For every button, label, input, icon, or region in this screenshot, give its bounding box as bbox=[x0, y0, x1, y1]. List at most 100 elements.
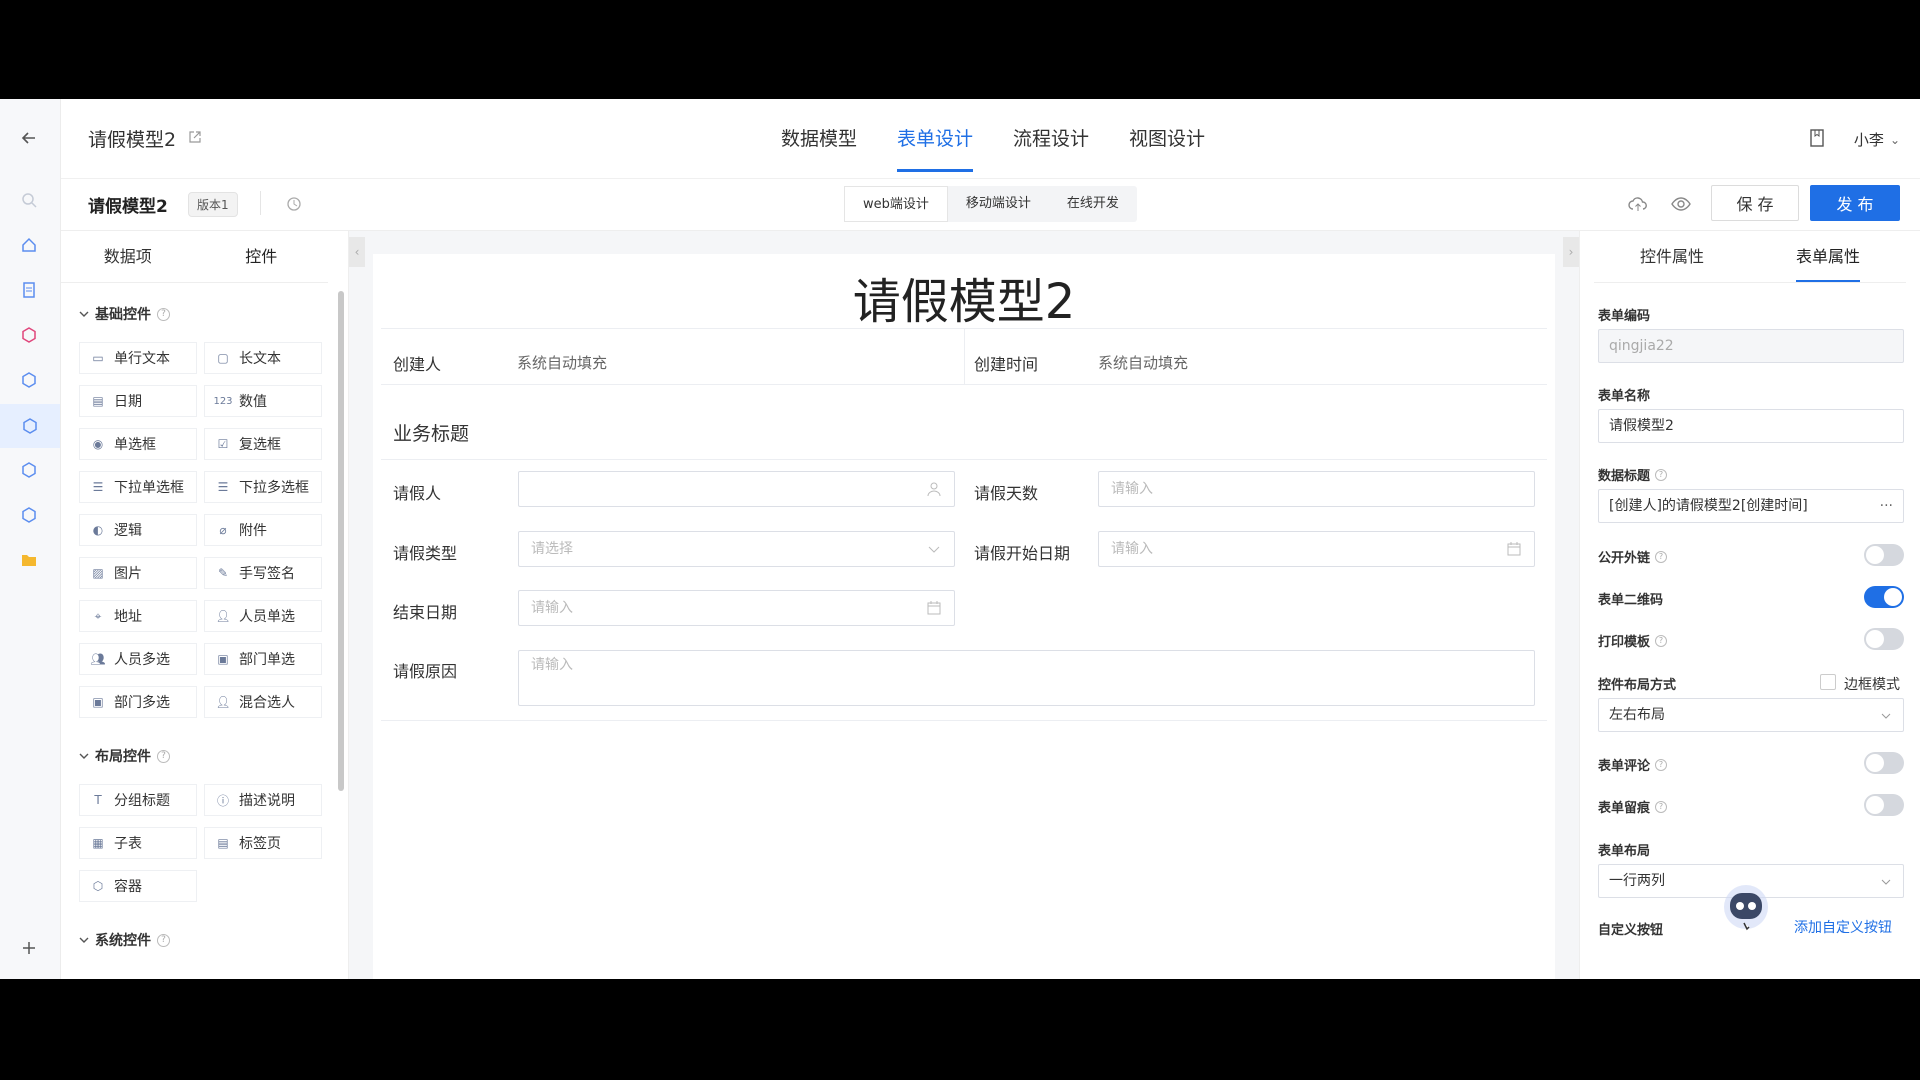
ctl-dept-single[interactable]: ▣ 部门单选 bbox=[204, 643, 322, 675]
help-icon[interactable]: ? bbox=[1655, 468, 1668, 481]
ctl-logic[interactable]: ◐ 逻辑 bbox=[79, 514, 197, 546]
mode-mobile[interactable]: 移动端设计 bbox=[948, 186, 1049, 222]
folder-icon[interactable] bbox=[18, 549, 40, 571]
history-icon[interactable] bbox=[286, 196, 302, 212]
home-icon[interactable] bbox=[18, 234, 40, 256]
print-toggle[interactable] bbox=[1864, 628, 1904, 650]
publish-button[interactable]: 发 布 bbox=[1810, 185, 1900, 221]
back-arrow-icon[interactable] bbox=[18, 127, 40, 149]
ctl-mixed-select[interactable]: 👤︎ 混合选人 bbox=[204, 686, 322, 718]
model-name: 请假模型2 bbox=[88, 197, 168, 217]
form-title[interactable]: 请假模型2 bbox=[373, 262, 1555, 332]
version-badge[interactable]: 版本1 bbox=[188, 192, 238, 217]
type-select[interactable]: 请选择 bbox=[518, 531, 955, 567]
cube-active-icon[interactable] bbox=[0, 404, 60, 448]
section-title[interactable]: 业务标题 bbox=[393, 419, 469, 446]
assistant-robot-icon[interactable] bbox=[1718, 877, 1774, 933]
ctl-single-text[interactable]: ▭ 单行文本 bbox=[79, 342, 197, 374]
tab-view-design[interactable]: 视图设计 bbox=[1129, 99, 1205, 179]
more-icon[interactable]: ··· bbox=[1880, 490, 1893, 522]
ctl-group-title[interactable]: T 分组标题 bbox=[79, 784, 197, 816]
ctl-radio[interactable]: ◉ 单选框 bbox=[79, 428, 197, 460]
tab-form-props[interactable]: 表单属性 bbox=[1750, 231, 1906, 282]
book-icon[interactable] bbox=[1809, 129, 1825, 147]
add-custom-button-link[interactable]: 添加自定义按钮 bbox=[1794, 917, 1892, 937]
ctl-subtable[interactable]: ▦ 子表 bbox=[79, 827, 197, 859]
question-circle-icon: ⓘ bbox=[216, 793, 229, 808]
layout-mode-select[interactable]: 左右布局 bbox=[1598, 698, 1904, 732]
reason-textarea[interactable]: 请输入 bbox=[518, 650, 1535, 706]
ctl-description[interactable]: ⓘ 描述说明 bbox=[204, 784, 322, 816]
collapse-right-handle[interactable]: › bbox=[1563, 237, 1579, 267]
tab-data-items[interactable]: 数据项 bbox=[61, 231, 195, 282]
ctl-dropdown-single[interactable]: ☰ 下拉单选框 bbox=[79, 471, 197, 503]
palette-scrollbar[interactable] bbox=[338, 291, 344, 791]
help-icon[interactable]: ? bbox=[157, 307, 170, 321]
cube-icon[interactable] bbox=[18, 459, 40, 481]
layout-mode-value: 左右布局 bbox=[1609, 707, 1665, 723]
mode-online-dev[interactable]: 在线开发 bbox=[1049, 186, 1137, 222]
comment-toggle[interactable] bbox=[1864, 752, 1904, 774]
text-t-icon: T bbox=[94, 793, 102, 807]
border-mode-checkbox[interactable] bbox=[1820, 674, 1836, 690]
type-select-placeholder: 请选择 bbox=[531, 541, 573, 557]
form-code-input: qingjia22 bbox=[1598, 329, 1904, 363]
preview-eye-icon[interactable] bbox=[1671, 195, 1691, 213]
ctl-address[interactable]: ⌖ 地址 bbox=[79, 600, 197, 632]
qr-toggle[interactable] bbox=[1864, 586, 1904, 608]
form-name-input[interactable]: 请假模型2 bbox=[1598, 409, 1904, 443]
help-icon[interactable]: ? bbox=[1655, 800, 1668, 813]
help-icon[interactable]: ? bbox=[1655, 550, 1668, 563]
tab-controls[interactable]: 控件 bbox=[195, 231, 329, 282]
applicant-picker[interactable] bbox=[518, 471, 955, 507]
data-title-input[interactable]: [创建人]的请假模型2[创建时间] ··· bbox=[1598, 489, 1904, 523]
ctl-dropdown-multi[interactable]: ☰ 下拉多选框 bbox=[204, 471, 322, 503]
help-icon[interactable]: ? bbox=[157, 749, 170, 763]
department-icon: ▣ bbox=[92, 695, 104, 709]
external-link-icon[interactable] bbox=[188, 129, 202, 143]
created-time-label: 创建时间 bbox=[974, 355, 1039, 374]
user-name: 小李 bbox=[1853, 131, 1884, 149]
save-button[interactable]: 保 存 bbox=[1711, 185, 1799, 221]
group-layout-header[interactable]: 布局控件 ? bbox=[79, 746, 170, 766]
ctl-date[interactable]: ▤ 日期 bbox=[79, 385, 197, 417]
ctl-user-multi[interactable]: 👥︎ 人员多选 bbox=[79, 643, 197, 675]
tab-form-design[interactable]: 表单设计 bbox=[897, 99, 974, 179]
trace-label: 表单留痕? bbox=[1598, 797, 1668, 816]
group-basic-header[interactable]: 基础控件 ? bbox=[79, 304, 170, 324]
help-icon[interactable]: ? bbox=[1655, 758, 1668, 771]
mode-web[interactable]: web端设计 bbox=[844, 186, 948, 222]
user-menu[interactable]: 小李 ⌄ bbox=[1854, 129, 1900, 150]
ctl-container[interactable]: ⬡ 容器 bbox=[79, 870, 197, 902]
help-icon[interactable]: ? bbox=[157, 933, 170, 947]
start-date-input[interactable]: 请输入 bbox=[1098, 531, 1535, 567]
trace-toggle[interactable] bbox=[1864, 794, 1904, 816]
end-date-input[interactable]: 请输入 bbox=[518, 590, 955, 626]
plus-icon[interactable] bbox=[18, 937, 40, 959]
textarea-icon: ▢ bbox=[217, 351, 229, 365]
cube-icon[interactable] bbox=[18, 369, 40, 391]
group-system-header[interactable]: 系统控件 ? bbox=[79, 930, 170, 950]
ctl-signature[interactable]: ✎ 手写签名 bbox=[204, 557, 322, 589]
ctl-long-text[interactable]: ▢ 长文本 bbox=[204, 342, 322, 374]
ctl-number[interactable]: 123 数值 bbox=[204, 385, 322, 417]
cube-icon[interactable] bbox=[18, 504, 40, 526]
cloud-upload-icon[interactable] bbox=[1628, 195, 1648, 213]
ctl-checkbox[interactable]: ☑ 复选框 bbox=[204, 428, 322, 460]
document-icon[interactable] bbox=[18, 279, 40, 301]
ctl-image[interactable]: ▨ 图片 bbox=[79, 557, 197, 589]
public-link-toggle[interactable] bbox=[1864, 544, 1904, 566]
ctl-tabs[interactable]: ▤ 标签页 bbox=[204, 827, 322, 859]
collapse-left-handle[interactable]: ‹ bbox=[349, 237, 365, 267]
tab-control-props[interactable]: 控件属性 bbox=[1594, 231, 1750, 282]
days-input[interactable]: 请输入 bbox=[1098, 471, 1535, 507]
ctl-user-single[interactable]: 👤︎ 人员单选 bbox=[204, 600, 322, 632]
user-picker-icon bbox=[927, 482, 941, 497]
help-icon[interactable]: ? bbox=[1655, 634, 1668, 647]
ctl-dept-multi[interactable]: ▣ 部门多选 bbox=[79, 686, 197, 718]
search-icon[interactable] bbox=[18, 189, 40, 211]
ctl-attachment[interactable]: ⌀ 附件 bbox=[204, 514, 322, 546]
tab-flow-design[interactable]: 流程设计 bbox=[1013, 99, 1089, 179]
cube-red-icon[interactable] bbox=[18, 324, 40, 346]
tab-data-model[interactable]: 数据模型 bbox=[781, 99, 857, 179]
